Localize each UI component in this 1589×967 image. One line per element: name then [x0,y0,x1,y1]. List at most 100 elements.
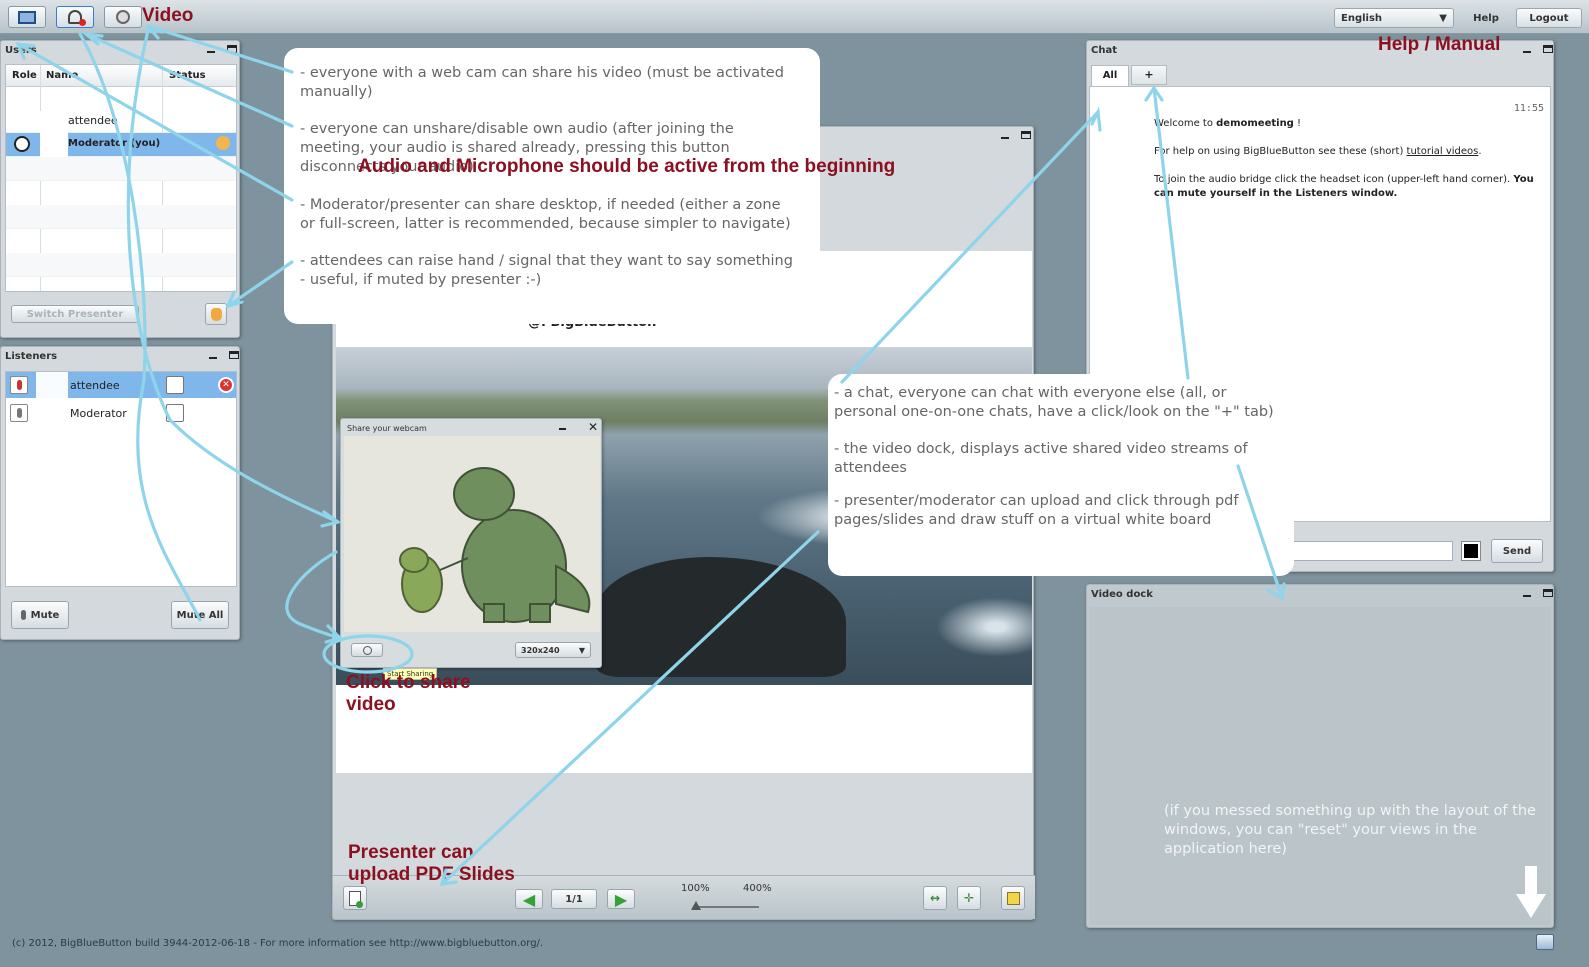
zoom-slider[interactable] [693,906,759,908]
fit-width-button[interactable]: ↔ [923,886,947,910]
chat-title: Chat [1091,45,1117,56]
tutorial-link[interactable]: tutorial videos [1407,146,1479,157]
dinosaur-image [399,467,591,623]
resolution-select[interactable]: 320x240 ▼ [515,642,591,658]
webcam-preview [344,436,600,632]
fit-page-button[interactable]: ✛ [957,886,981,910]
arrow-right-icon: ▶ [614,889,628,909]
annotation-presenter-upload: Presenter can upload PDF Slides [348,842,515,885]
raise-hand-button[interactable] [205,303,227,325]
fit-width-icon: ↔ [929,891,941,905]
zoom-max-label: 400% [743,883,772,894]
arrow-down-icon [1516,866,1546,918]
listeners-panel: Listeners attendee ✕ Moderator Mute Mute… [0,346,240,640]
share-desktop-button[interactable] [8,6,46,28]
presenter-icon [14,136,30,152]
headset-icon [68,10,86,26]
headset-audio-button[interactable] [56,6,94,28]
status-column-header[interactable]: Status [169,70,206,81]
mute-button[interactable]: Mute [11,601,69,629]
kick-icon[interactable]: ✕ [218,377,234,393]
tab-all[interactable]: All [1091,65,1129,87]
callout-webcam-text: - everyone with a web cam can share his … [300,65,784,100]
annotation-click-share: Click to share video [346,672,471,715]
footer-text: (c) 2012, BigBlueButton build 3944-2012-… [12,938,544,949]
users-panel: Users Role Name Status attendee Moderato… [0,40,240,338]
monitor-icon [18,10,36,24]
chat-time: 11:55 [1513,103,1544,114]
callout-desktop-text: - Moderator/presenter can share desktop,… [300,197,791,232]
maximize-icon[interactable] [227,45,237,53]
fit-page-icon: ✛ [963,891,975,905]
callout-videodock-text: - the video dock, displays active shared… [834,441,1248,476]
microphone-icon[interactable] [10,404,28,422]
callout-raisehand-text: - attendees can raise hand / signal that… [300,253,793,288]
webcam-window: Share your webcam ✕ Start Sharing 320x24… [340,418,602,680]
lock-icon[interactable] [166,404,184,422]
maximize-icon[interactable] [229,351,239,359]
send-button[interactable]: Send [1491,539,1543,563]
zoom-min-label: 100% [681,883,710,894]
maximize-icon[interactable] [1543,45,1553,53]
previous-slide-button[interactable]: ◀ [515,889,543,909]
zoom-slider-thumb[interactable] [691,901,701,910]
chevron-down-icon: ▼ [1439,12,1447,24]
role-column-header[interactable]: Role [12,70,37,81]
color-picker[interactable] [1461,541,1481,561]
reset-layout-button[interactable] [1536,934,1554,950]
user-name: Moderator (you) [68,138,161,149]
callout-left: - everyone with a web cam can share his … [284,48,820,324]
minimize-icon[interactable] [1523,51,1531,53]
next-slide-button[interactable]: ▶ [607,889,635,909]
video-dock-panel: Video dock [1086,584,1554,928]
listener-name: Moderator [70,407,127,420]
callout-slides-text: - presenter/moderator can upload and cli… [834,493,1239,528]
maximize-icon[interactable] [1021,131,1031,139]
reset-layout-note: (if you messed something up with the lay… [1164,803,1536,857]
webcam-button[interactable] [104,6,142,28]
chevron-down-icon: ▼ [578,645,585,655]
help-button[interactable]: Help [1462,8,1510,28]
minimize-icon[interactable] [207,51,215,53]
logout-button[interactable]: Logout [1516,8,1582,28]
users-title: Users [5,45,37,56]
top-toolbar: English ▼ Help Logout [0,0,1589,34]
video-dock-title: Video dock [1091,589,1153,600]
hand-icon [210,307,222,321]
microphone-icon [20,610,26,620]
minimize-icon[interactable] [1523,595,1531,597]
tab-plus[interactable]: + [1131,65,1167,85]
language-select[interactable]: English ▼ [1334,8,1454,28]
annotation-audio-mic: Audio and Microphone should be active fr… [358,156,896,177]
language-value: English [1341,12,1383,24]
minimize-icon[interactable] [559,428,566,430]
listeners-title: Listeners [5,351,58,362]
upload-document-icon [349,890,363,908]
muted-mic-icon[interactable] [10,376,28,394]
chat-message: Welcome to demomeeting ! For help on usi… [1154,118,1534,199]
page-indicator[interactable]: 1/1 [551,889,597,909]
switch-presenter-button[interactable]: Switch Presenter [11,305,139,323]
chat-input[interactable] [1287,541,1453,561]
annotation-video: Video [142,5,194,26]
callout-chat-text: - a chat, everyone can chat with everyon… [834,385,1274,420]
webcam-title: Share your webcam [347,424,427,433]
video-dock-area [1089,607,1551,925]
camera-icon [362,645,372,655]
lock-icon[interactable] [166,376,184,394]
pencil-icon [1006,891,1020,905]
upload-button[interactable] [343,886,367,910]
user-name: attendee [68,114,118,127]
name-column-header[interactable]: Name [46,70,78,81]
start-sharing-button[interactable] [351,643,383,657]
whiteboard-button[interactable] [1001,886,1025,910]
status-icon [216,136,230,150]
mute-all-button[interactable]: Mute All [171,601,229,629]
close-icon[interactable]: ✕ [588,420,598,434]
arrow-left-icon: ◀ [522,889,536,909]
webcam-icon [116,10,130,24]
listener-name: attendee [70,379,120,392]
minimize-icon[interactable] [1001,137,1009,139]
minimize-icon[interactable] [209,357,217,359]
maximize-icon[interactable] [1543,589,1553,597]
